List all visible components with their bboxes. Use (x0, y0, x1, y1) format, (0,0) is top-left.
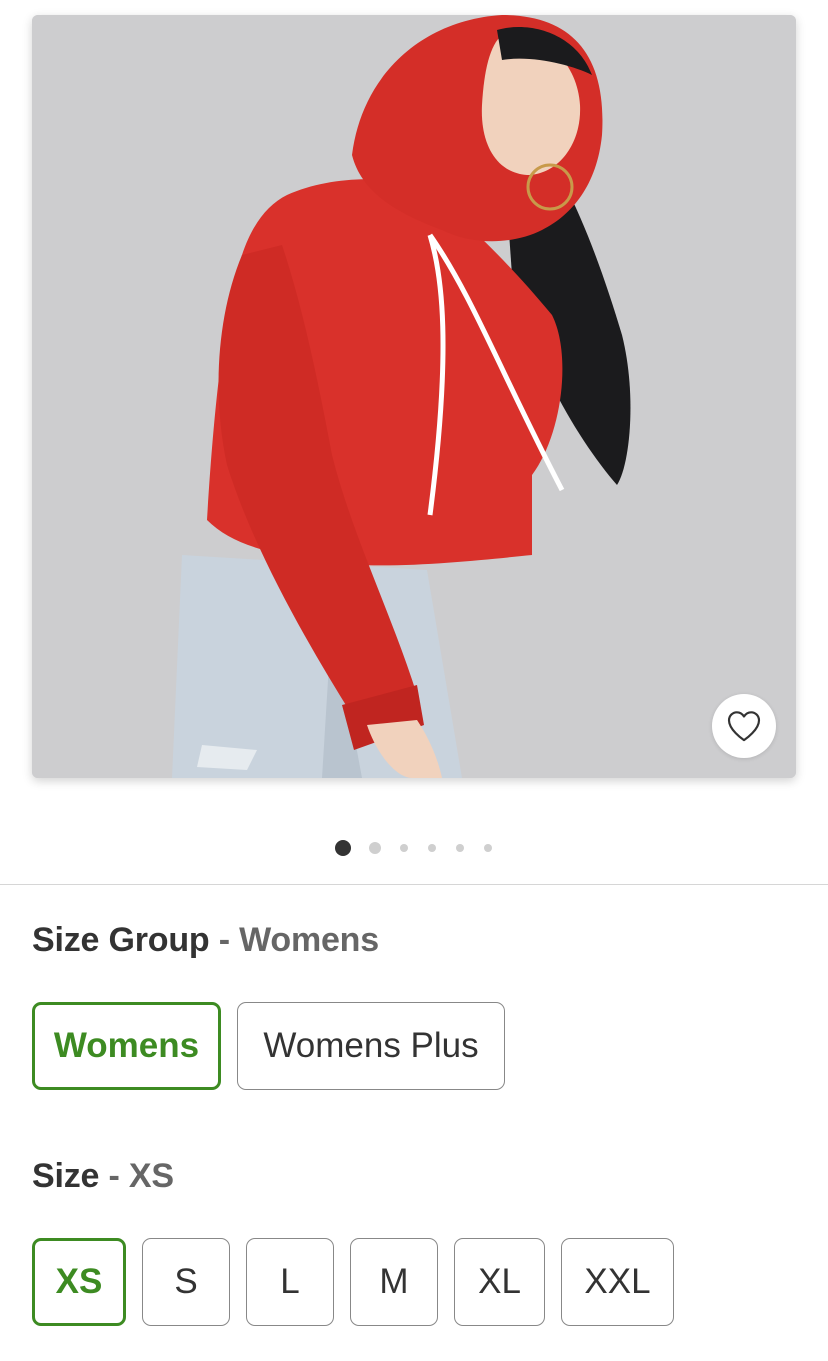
carousel-dot-3[interactable] (399, 844, 408, 852)
size-option-m[interactable]: M (350, 1238, 438, 1326)
size-group-selected-value: Womens (239, 921, 379, 959)
size-label: Size (32, 1157, 100, 1195)
carousel-dot-1[interactable] (334, 840, 351, 856)
section-divider (0, 884, 828, 885)
size-group-options: Womens Womens Plus (32, 1002, 521, 1090)
size-group-heading: Size Group - Womens (32, 921, 379, 960)
size-option-xxl[interactable]: XXL (561, 1238, 674, 1326)
size-selected-value: XS (128, 1157, 174, 1195)
carousel-dot-2[interactable] (368, 842, 381, 854)
size-group-label: Size Group (32, 921, 210, 959)
size-option-xl[interactable]: XL (454, 1238, 545, 1326)
product-detail-page: Size Group - Womens Womens Womens Plus S… (0, 0, 828, 1361)
product-image-card[interactable] (32, 15, 796, 778)
size-heading: Size - XS (32, 1157, 174, 1196)
size-options: XS S L M XL XXL (32, 1238, 690, 1326)
product-photo (32, 15, 796, 778)
size-separator: - (108, 1157, 120, 1195)
size-option-s[interactable]: S (142, 1238, 230, 1326)
heart-outline-icon (727, 711, 761, 742)
carousel-dot-4[interactable] (427, 844, 436, 852)
favorite-button[interactable] (712, 694, 776, 758)
size-option-xs[interactable]: XS (32, 1238, 126, 1326)
size-option-l[interactable]: L (246, 1238, 334, 1326)
size-group-separator: - (218, 921, 230, 959)
carousel-dots (0, 840, 828, 856)
size-group-option-womens-plus[interactable]: Womens Plus (237, 1002, 505, 1090)
carousel-dot-5[interactable] (455, 844, 464, 852)
size-group-option-womens[interactable]: Womens (32, 1002, 221, 1090)
carousel-dot-6[interactable] (483, 844, 492, 852)
